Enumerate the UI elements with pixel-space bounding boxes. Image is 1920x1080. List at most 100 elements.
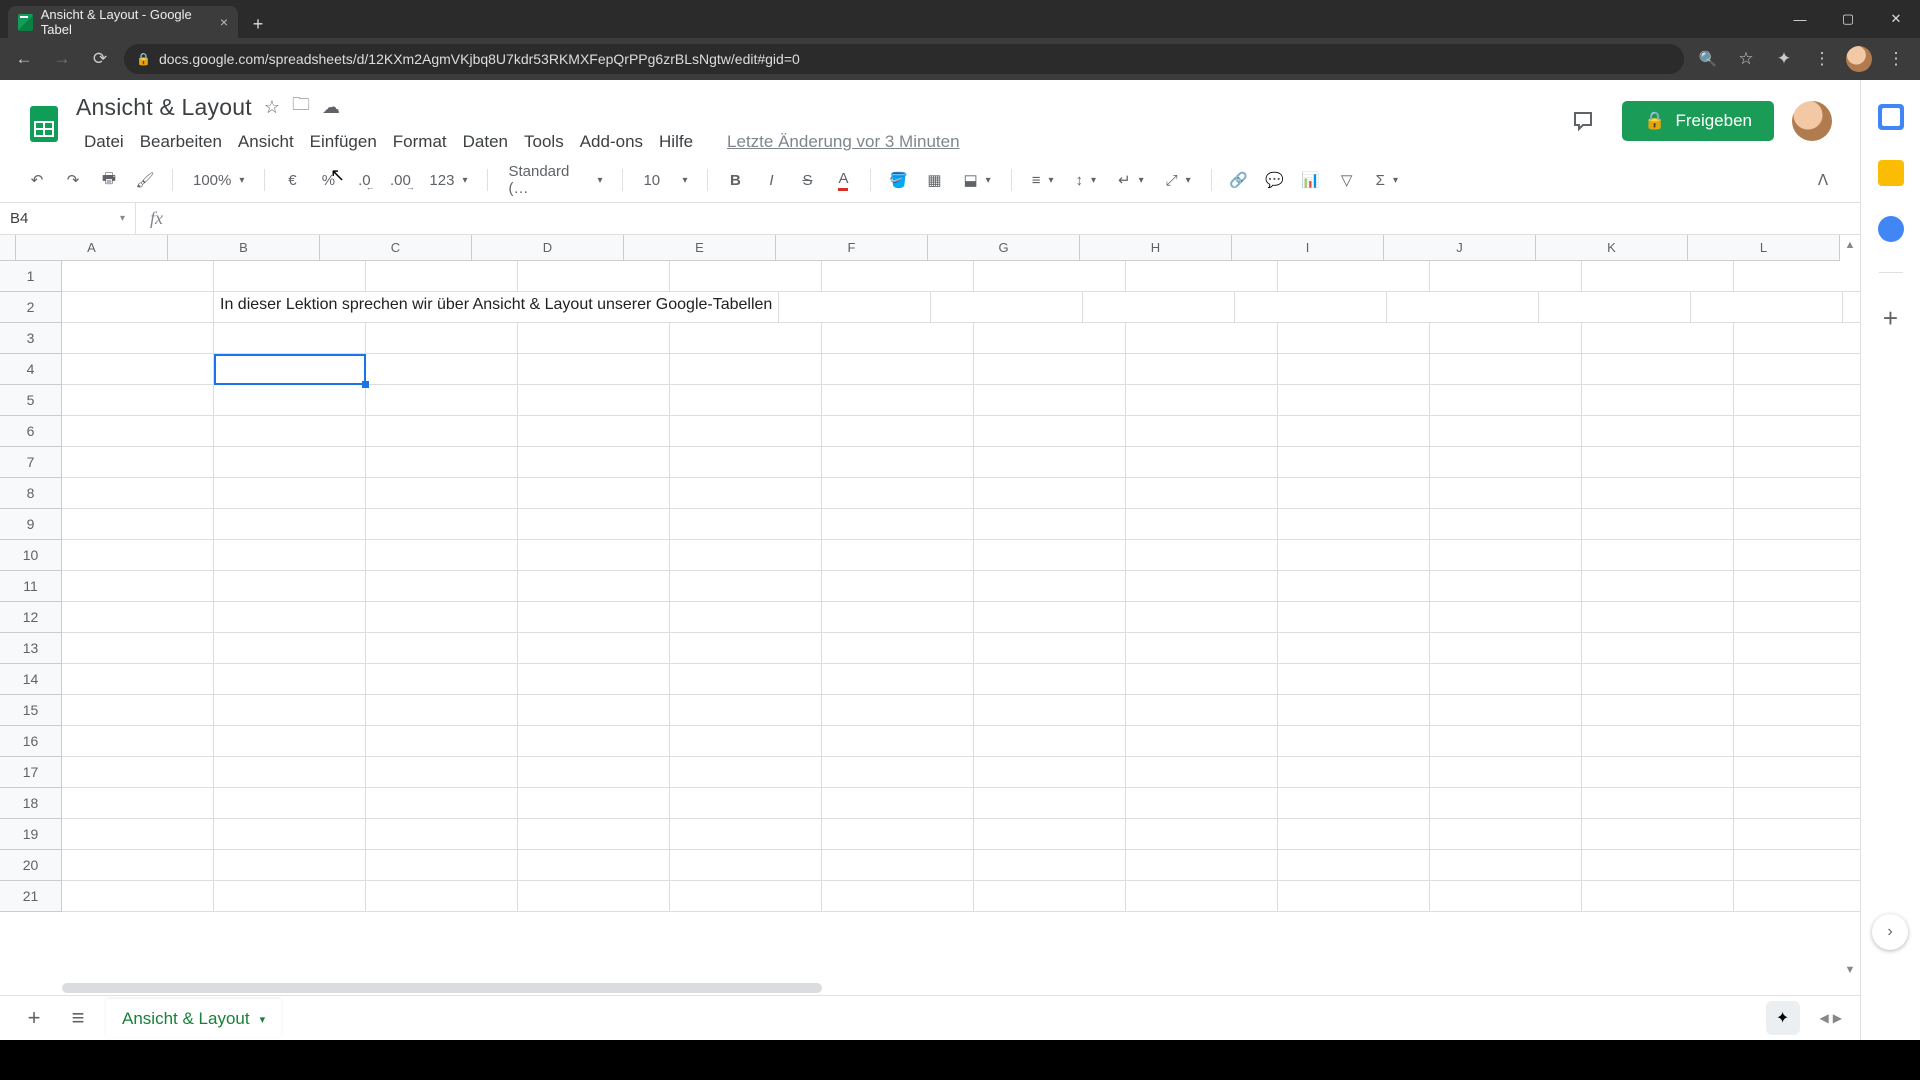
col-header-A[interactable]: A	[16, 235, 168, 261]
cell-B17[interactable]	[214, 757, 366, 788]
zoom-icon[interactable]: 🔍	[1694, 45, 1722, 73]
tasks-addon-icon[interactable]	[1878, 216, 1904, 242]
browser-reload-button[interactable]: ⟳	[86, 45, 114, 73]
cell-J10[interactable]	[1430, 540, 1582, 571]
cell-D8[interactable]	[518, 478, 670, 509]
cell-C20[interactable]	[366, 850, 518, 881]
menu-addons[interactable]: Add-ons	[572, 128, 651, 156]
cell-D2[interactable]	[931, 292, 1083, 323]
cell-J18[interactable]	[1430, 788, 1582, 819]
cell-D21[interactable]	[518, 881, 670, 912]
cell-B4[interactable]	[214, 354, 366, 385]
cell-G8[interactable]	[974, 478, 1126, 509]
cell-J9[interactable]	[1430, 509, 1582, 540]
cell-B8[interactable]	[214, 478, 366, 509]
cell-A1[interactable]	[62, 261, 214, 292]
chrome-profile-avatar[interactable]	[1846, 46, 1872, 72]
col-header-D[interactable]: D	[472, 235, 624, 261]
cell-J8[interactable]	[1430, 478, 1582, 509]
window-minimize-button[interactable]: —	[1776, 0, 1824, 38]
cell-B11[interactable]	[214, 571, 366, 602]
cell-I13[interactable]	[1278, 633, 1430, 664]
cell-B6[interactable]	[214, 416, 366, 447]
sheet-scroll-left-icon[interactable]: ◀	[1820, 1011, 1829, 1025]
cell-G19[interactable]	[974, 819, 1126, 850]
cell-C4[interactable]	[366, 354, 518, 385]
cell-C16[interactable]	[366, 726, 518, 757]
cell-I15[interactable]	[1278, 695, 1430, 726]
merge-cells-button[interactable]: ⬓	[955, 165, 998, 195]
select-all-corner[interactable]	[0, 235, 16, 261]
bold-button[interactable]: B	[720, 165, 750, 195]
cell-G21[interactable]	[974, 881, 1126, 912]
cell-J5[interactable]	[1430, 385, 1582, 416]
cell-C13[interactable]	[366, 633, 518, 664]
cell-C12[interactable]	[366, 602, 518, 633]
cell-E15[interactable]	[670, 695, 822, 726]
cell-F11[interactable]	[822, 571, 974, 602]
cell-K13[interactable]	[1582, 633, 1734, 664]
print-button[interactable]: 🖶	[94, 165, 124, 195]
format-percent-button[interactable]: %	[313, 165, 343, 195]
cell-G13[interactable]	[974, 633, 1126, 664]
cell-E13[interactable]	[670, 633, 822, 664]
scroll-down-icon[interactable]: ▼	[1845, 964, 1856, 976]
cell-A7[interactable]	[62, 447, 214, 478]
cell-I1[interactable]	[1278, 261, 1430, 292]
cell-I10[interactable]	[1278, 540, 1430, 571]
horizontal-scrollbar[interactable]	[62, 983, 822, 993]
cell-D17[interactable]	[518, 757, 670, 788]
cell-K11[interactable]	[1582, 571, 1734, 602]
cell-H7[interactable]	[1126, 447, 1278, 478]
cell-D13[interactable]	[518, 633, 670, 664]
menu-hilfe[interactable]: Hilfe	[651, 128, 701, 156]
cell-I6[interactable]	[1278, 416, 1430, 447]
col-header-K[interactable]: K	[1536, 235, 1688, 261]
cell-B7[interactable]	[214, 447, 366, 478]
cell-E12[interactable]	[670, 602, 822, 633]
cell-K10[interactable]	[1582, 540, 1734, 571]
cell-J13[interactable]	[1430, 633, 1582, 664]
cell-A20[interactable]	[62, 850, 214, 881]
cell-B15[interactable]	[214, 695, 366, 726]
cell-H18[interactable]	[1126, 788, 1278, 819]
cell-J21[interactable]	[1430, 881, 1582, 912]
cell-D9[interactable]	[518, 509, 670, 540]
col-header-F[interactable]: F	[776, 235, 928, 261]
cell-I16[interactable]	[1278, 726, 1430, 757]
cell-F5[interactable]	[822, 385, 974, 416]
cell-B10[interactable]	[214, 540, 366, 571]
all-sheets-button[interactable]: ≡	[62, 1002, 94, 1034]
col-header-J[interactable]: J	[1384, 235, 1536, 261]
cell-F16[interactable]	[822, 726, 974, 757]
cell-H10[interactable]	[1126, 540, 1278, 571]
row-header-15[interactable]: 15	[0, 695, 62, 726]
cell-I4[interactable]	[1278, 354, 1430, 385]
cell-I12[interactable]	[1278, 602, 1430, 633]
cell-E8[interactable]	[670, 478, 822, 509]
menu-einfuegen[interactable]: Einfügen	[302, 128, 385, 156]
cell-H15[interactable]	[1126, 695, 1278, 726]
cell-D7[interactable]	[518, 447, 670, 478]
cell-C21[interactable]	[366, 881, 518, 912]
browser-tab[interactable]: Ansicht & Layout - Google Tabel ×	[8, 6, 238, 38]
zoom-select[interactable]: 100%	[185, 165, 252, 195]
cell-H2[interactable]	[1539, 292, 1691, 323]
cell-F14[interactable]	[822, 664, 974, 695]
cell-H9[interactable]	[1126, 509, 1278, 540]
scroll-up-icon[interactable]: ▲	[1845, 239, 1856, 251]
v-align-button[interactable]: ↕	[1067, 165, 1104, 195]
cell-E10[interactable]	[670, 540, 822, 571]
cell-E6[interactable]	[670, 416, 822, 447]
cell-H8[interactable]	[1126, 478, 1278, 509]
cell-C7[interactable]	[366, 447, 518, 478]
cell-J4[interactable]	[1430, 354, 1582, 385]
cell-F6[interactable]	[822, 416, 974, 447]
add-sheet-button[interactable]: +	[18, 1002, 50, 1034]
cell-E11[interactable]	[670, 571, 822, 602]
sheet-scroll-right-icon[interactable]: ▶	[1833, 1011, 1842, 1025]
cell-I19[interactable]	[1278, 819, 1430, 850]
cell-I2[interactable]	[1691, 292, 1843, 323]
cell-I11[interactable]	[1278, 571, 1430, 602]
cell-A6[interactable]	[62, 416, 214, 447]
